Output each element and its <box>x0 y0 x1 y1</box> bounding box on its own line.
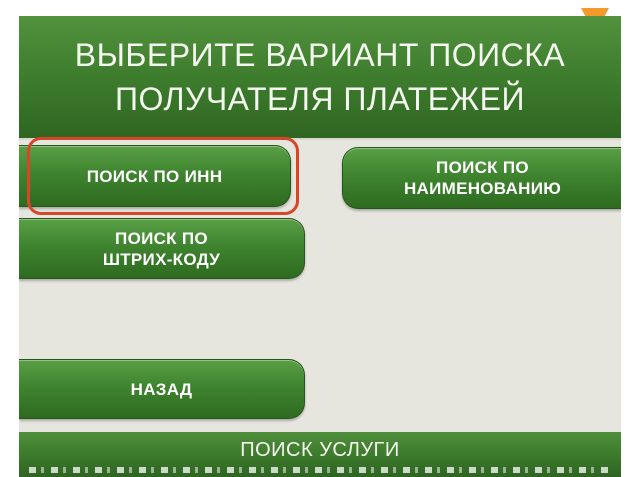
search-by-inn-button[interactable]: ПОИСК ПО ИНН <box>19 145 291 207</box>
header-title-line-2: ПОЛУЧАТЕЛЯ ПЛАТЕЖЕЙ <box>114 81 526 117</box>
search-by-barcode-label-line-1: ПОИСК ПО <box>115 228 208 248</box>
search-by-inn-label: ПОИСК ПО ИНН <box>86 166 223 186</box>
search-by-name-label-line-2: НАИМЕНОВАНИЮ <box>403 179 562 198</box>
footer-title: ПОИСК УСЛУГИ <box>240 439 400 461</box>
search-by-barcode-button[interactable]: ПОИСК ПО ШТРИХ-КОДУ <box>19 218 305 279</box>
search-by-barcode-label-line-2: ШТРИХ-КОДУ <box>102 249 221 269</box>
search-by-name-button[interactable]: ПОИСК ПО НАИМЕНОВАНИЮ <box>342 147 621 209</box>
footer-ticker-strip <box>29 467 611 473</box>
atm-screen: ВЫБЕРИТЕ ВАРИАНТ ПОИСКА ПОЛУЧАТЕЛЯ ПЛАТЕ… <box>19 16 621 477</box>
back-button[interactable]: НАЗАД <box>19 359 305 419</box>
header-title-line-1: ВЫБЕРИТЕ ВАРИАНТ ПОИСКА <box>74 37 566 73</box>
screen-footer: ПОИСК УСЛУГИ <box>19 432 621 477</box>
search-by-name-label-line-1: ПОИСК ПО <box>436 158 529 177</box>
screen-header: ВЫБЕРИТЕ ВАРИАНТ ПОИСКА ПОЛУЧАТЕЛЯ ПЛАТЕ… <box>19 16 621 140</box>
back-label: НАЗАД <box>130 379 193 399</box>
